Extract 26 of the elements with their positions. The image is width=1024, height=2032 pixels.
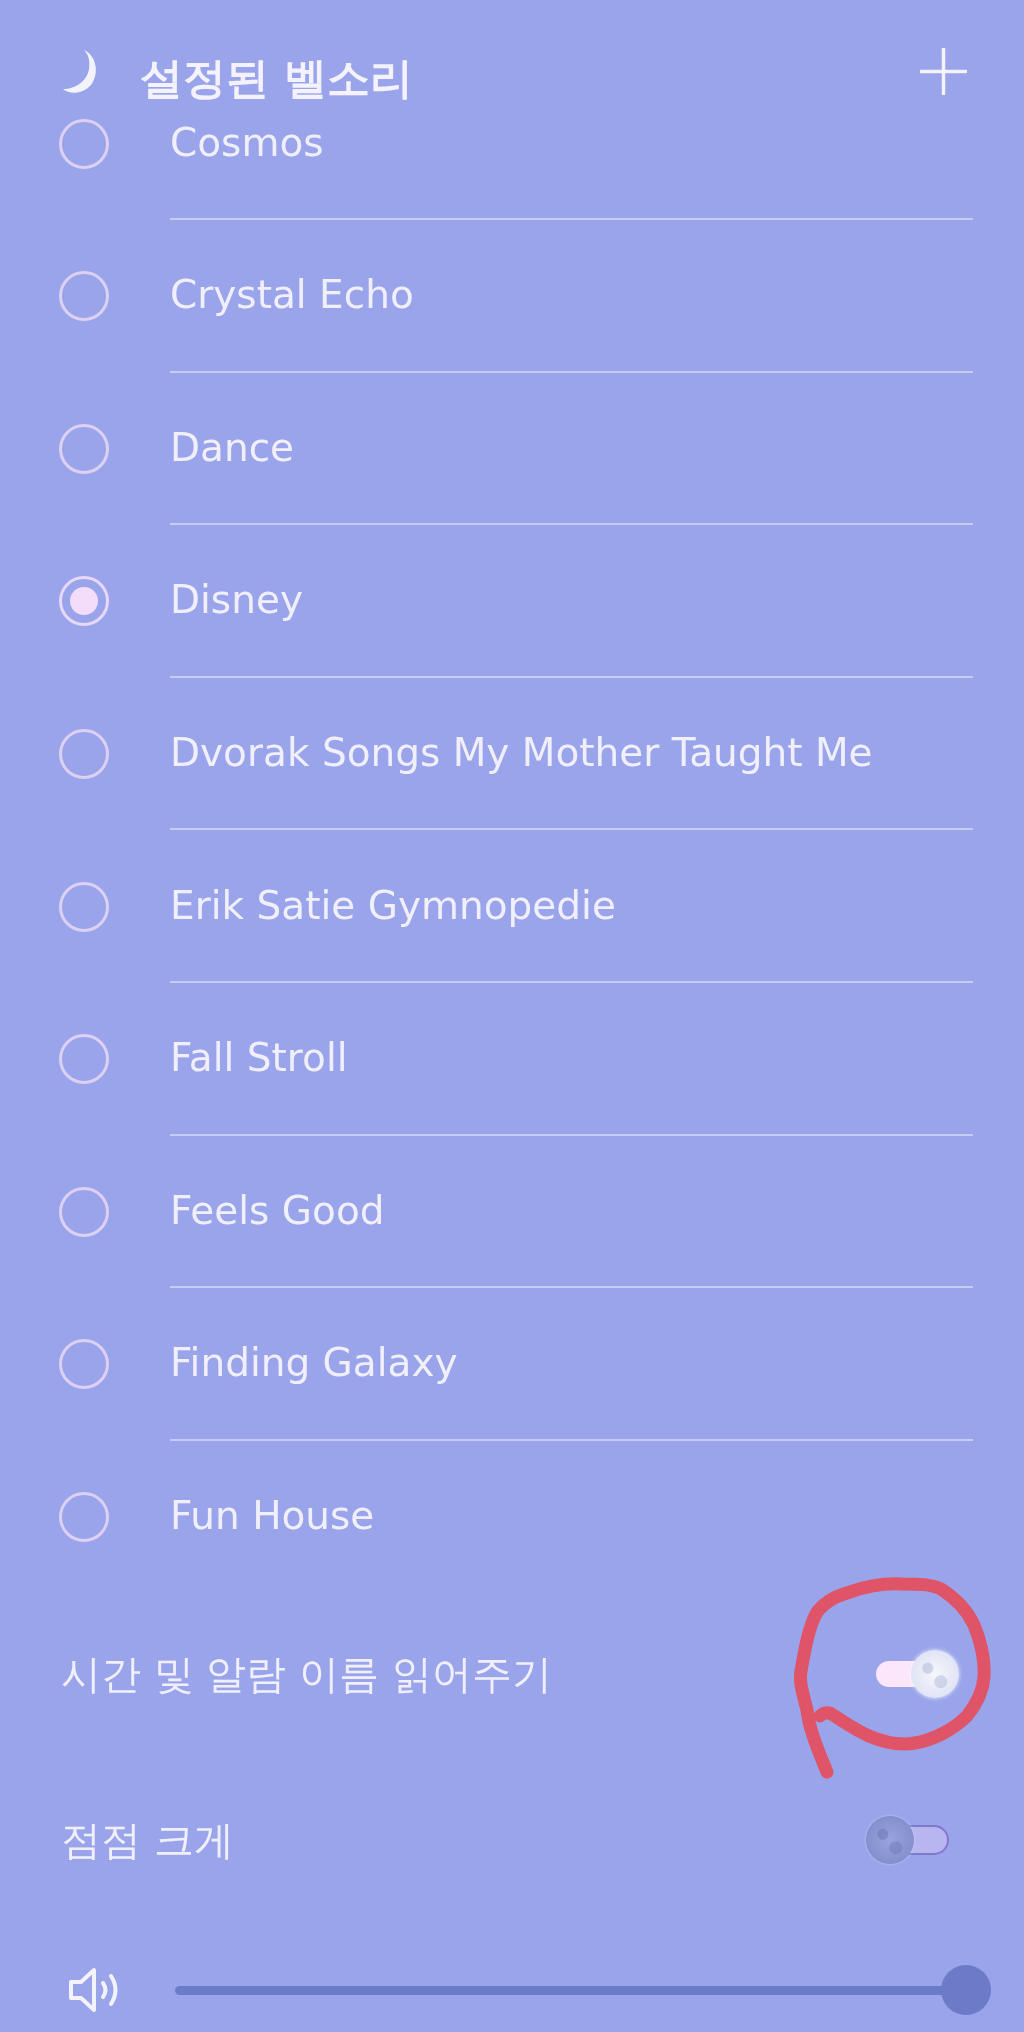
ringtone-name[interactable]: Dance [170, 422, 295, 473]
plus-icon [920, 48, 967, 95]
ringtone-name[interactable]: Fun House [170, 1491, 375, 1542]
ringtone-name[interactable]: Crystal Echo [170, 270, 414, 321]
radio-button[interactable] [59, 1186, 109, 1237]
radio-button[interactable] [59, 1339, 109, 1390]
ringtone-name[interactable]: Dvorak Songs My Mother Taught Me [170, 728, 873, 779]
add-button[interactable] [920, 48, 967, 95]
ringtone-name[interactable]: Cosmos [170, 117, 324, 168]
ringtone-name[interactable]: Finding Galaxy [170, 1338, 458, 1389]
setting-label: 시간 및 알람 이름 읽어주기 [61, 1650, 552, 1699]
ringtone-name[interactable]: Erik Satie Gymnopedie [170, 880, 616, 931]
radio-button[interactable] [59, 423, 109, 474]
radio-button[interactable] [59, 271, 109, 322]
radio-button[interactable] [59, 1034, 109, 1085]
volume-slider-thumb[interactable] [941, 1965, 991, 2015]
radio-button[interactable] [59, 576, 109, 627]
ringtone-name[interactable]: Disney [170, 575, 303, 626]
page-title: 설정된 벨소리 [140, 52, 413, 105]
radio-button[interactable] [59, 1492, 109, 1542]
ringtone-name[interactable]: Fall Stroll [170, 1033, 348, 1084]
radio-button[interactable] [59, 118, 109, 169]
radio-button[interactable] [59, 881, 109, 932]
ringtone-name[interactable]: Feels Good [170, 1185, 385, 1236]
radio-button[interactable] [59, 729, 109, 780]
setting-label: 점점 크게 [61, 1816, 234, 1865]
